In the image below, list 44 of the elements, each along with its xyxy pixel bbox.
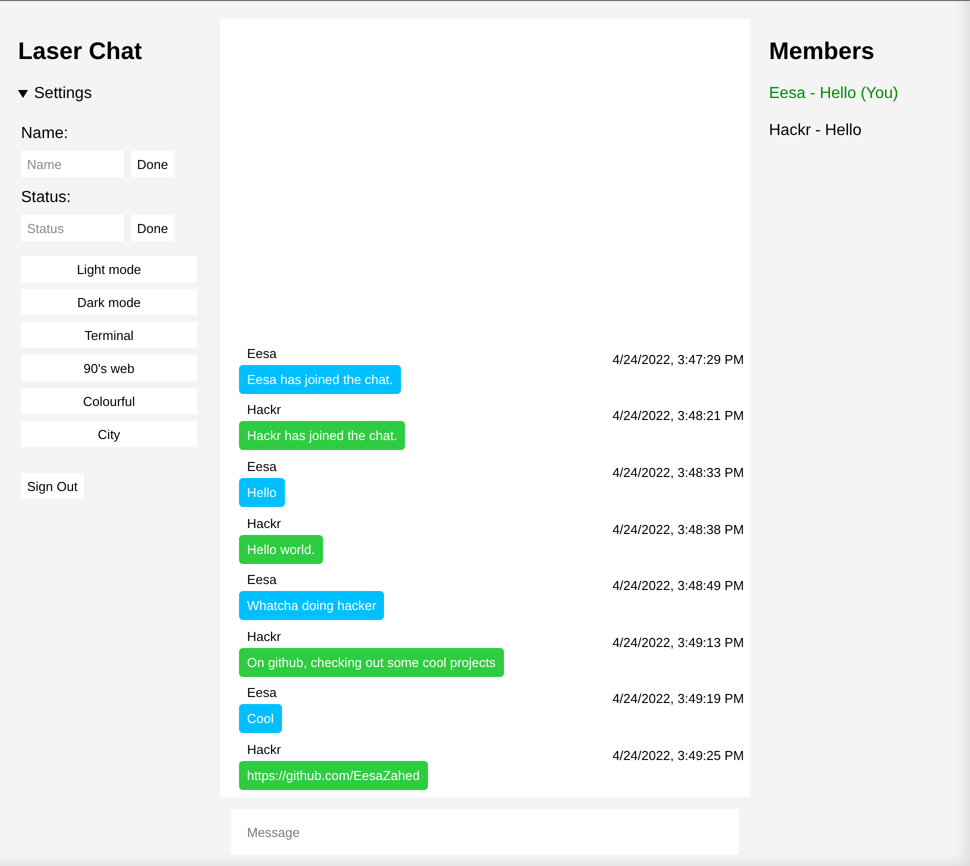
theme-button[interactable]: Dark mode: [21, 289, 197, 315]
message-time: 4/24/2022, 3:48:21 PM: [612, 408, 744, 424]
message-bubble: Cool: [239, 704, 282, 734]
message-time: 4/24/2022, 3:48:33 PM: [612, 465, 744, 480]
settings-toggle[interactable]: Settings: [18, 85, 92, 103]
message-bubble: On github, checking out some cool projects: [239, 648, 504, 677]
message-author: Hackr: [246, 402, 281, 418]
message-author: Eesa: [246, 685, 277, 700]
member-item: Hackr - Hello: [769, 122, 862, 140]
text-input[interactable]: Name: [21, 151, 124, 177]
theme-button[interactable]: City: [21, 421, 197, 447]
message-bubble: Hello: [239, 478, 285, 508]
message-time: 4/24/2022, 3:47:29 PM: [612, 352, 744, 367]
message-author: Eesa: [246, 572, 277, 588]
app-title: Laser Chat: [18, 38, 142, 66]
field-label: Status:: [21, 189, 71, 207]
theme-button[interactable]: Colourful: [21, 388, 197, 414]
message-time: 4/24/2022, 3:49:19 PM: [612, 691, 744, 706]
message-bubble: Eesa has joined the chat.: [239, 364, 401, 394]
sign-out-button[interactable]: Sign Out: [21, 473, 84, 499]
message-author: Hackr: [246, 516, 281, 531]
message-time: 4/24/2022, 3:49:25 PM: [612, 748, 744, 763]
message-time: 4/24/2022, 3:48:49 PM: [612, 578, 744, 594]
message-time: 4/24/2022, 3:48:38 PM: [612, 522, 744, 537]
theme-button[interactable]: Light mode: [21, 256, 197, 282]
text-input[interactable]: Status: [21, 215, 124, 241]
message-input[interactable]: Message: [231, 809, 739, 855]
message-bubble: Hackr has joined the chat.: [239, 421, 406, 450]
message-bubble: https://github.com/EesaZahed: [239, 761, 428, 790]
member-item: Eesa - Hello (You): [769, 85, 898, 103]
done-button[interactable]: Done: [131, 215, 174, 241]
message-author: Hackr: [246, 628, 281, 644]
message-author: Eesa: [246, 459, 277, 474]
theme-button[interactable]: Terminal: [21, 322, 197, 348]
field-label: Name:: [21, 125, 68, 143]
message-author: Eesa: [246, 346, 277, 361]
members-title: Members: [769, 38, 874, 66]
caret-icon: [18, 89, 28, 99]
message-time: 4/24/2022, 3:49:13 PM: [612, 634, 744, 650]
theme-button[interactable]: 90's web: [21, 355, 197, 381]
message-bubble: Hello world.: [239, 534, 323, 564]
message-author: Hackr: [246, 742, 281, 757]
message-bubble: Whatcha doing hacker: [239, 591, 384, 620]
done-button[interactable]: Done: [131, 151, 174, 177]
